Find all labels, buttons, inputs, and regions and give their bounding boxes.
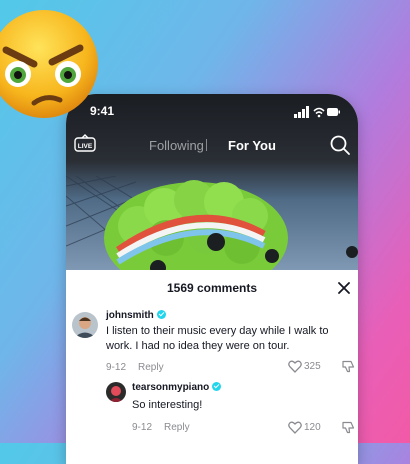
verified-badge-icon <box>156 310 166 319</box>
search-icon[interactable] <box>329 134 351 161</box>
tab-for-you[interactable]: For You <box>228 138 276 153</box>
wifi-icon <box>313 107 325 118</box>
comment-text: So interesting! <box>132 398 202 413</box>
like-button[interactable]: 120 <box>288 421 321 437</box>
comment-item: johnsmith I listen to their music every … <box>66 310 358 380</box>
heart-icon <box>288 360 302 373</box>
comments-header: 1569 comments <box>66 270 358 304</box>
avatar[interactable] <box>72 312 98 338</box>
status-bar: 9:41 <box>66 102 358 120</box>
video-player[interactable]: 9:41 LIVE Following For You <box>66 94 358 270</box>
like-count: 120 <box>304 422 321 433</box>
comment-username[interactable]: tearsonmypiano <box>132 382 222 393</box>
like-count: 325 <box>304 361 321 372</box>
username-text: johnsmith <box>106 310 154 321</box>
reply-button[interactable]: Reply <box>138 362 164 373</box>
live-icon[interactable]: LIVE <box>74 134 96 159</box>
reply-button[interactable]: Reply <box>164 422 190 433</box>
battery-icon <box>327 108 340 116</box>
phone-frame: 9:41 LIVE Following For You 1569 comment… <box>66 94 358 464</box>
thumbs-down-icon[interactable] <box>342 360 355 378</box>
close-icon[interactable] <box>338 281 350 299</box>
comment-text-line: I listen to their music every day while … <box>106 325 329 337</box>
comment-text-line: work. I had no idea they were on tour. <box>106 340 290 352</box>
top-nav: LIVE Following For You <box>66 130 358 158</box>
comment-date: 9-12 <box>106 362 127 373</box>
tab-following[interactable]: Following <box>149 138 204 153</box>
verified-badge-icon <box>212 382 222 391</box>
live-label: LIVE <box>78 143 93 150</box>
thumbs-down-icon[interactable] <box>342 421 355 439</box>
comment-username[interactable]: johnsmith <box>106 310 166 321</box>
heart-icon <box>288 421 302 434</box>
avatar[interactable] <box>106 382 126 402</box>
status-icons <box>294 105 340 123</box>
comment-date: 9-12 <box>132 422 153 433</box>
comments-panel: 1569 comments johnsmith I listen to thei… <box>66 270 358 464</box>
angry-face-emoji-icon <box>0 10 98 118</box>
signal-icon <box>294 106 309 118</box>
like-button[interactable]: 325 <box>288 360 321 376</box>
comment-text: I listen to their music every day while … <box>106 324 329 354</box>
comment-text-line: So interesting! <box>132 399 203 411</box>
video-frame-image <box>66 176 358 270</box>
tab-divider <box>206 139 207 151</box>
reply-item: tearsonmypiano So interesting! 9-12 Repl… <box>66 382 358 452</box>
comments-count: 1569 comments <box>166 281 258 295</box>
username-text: tearsonmypiano <box>132 382 210 393</box>
